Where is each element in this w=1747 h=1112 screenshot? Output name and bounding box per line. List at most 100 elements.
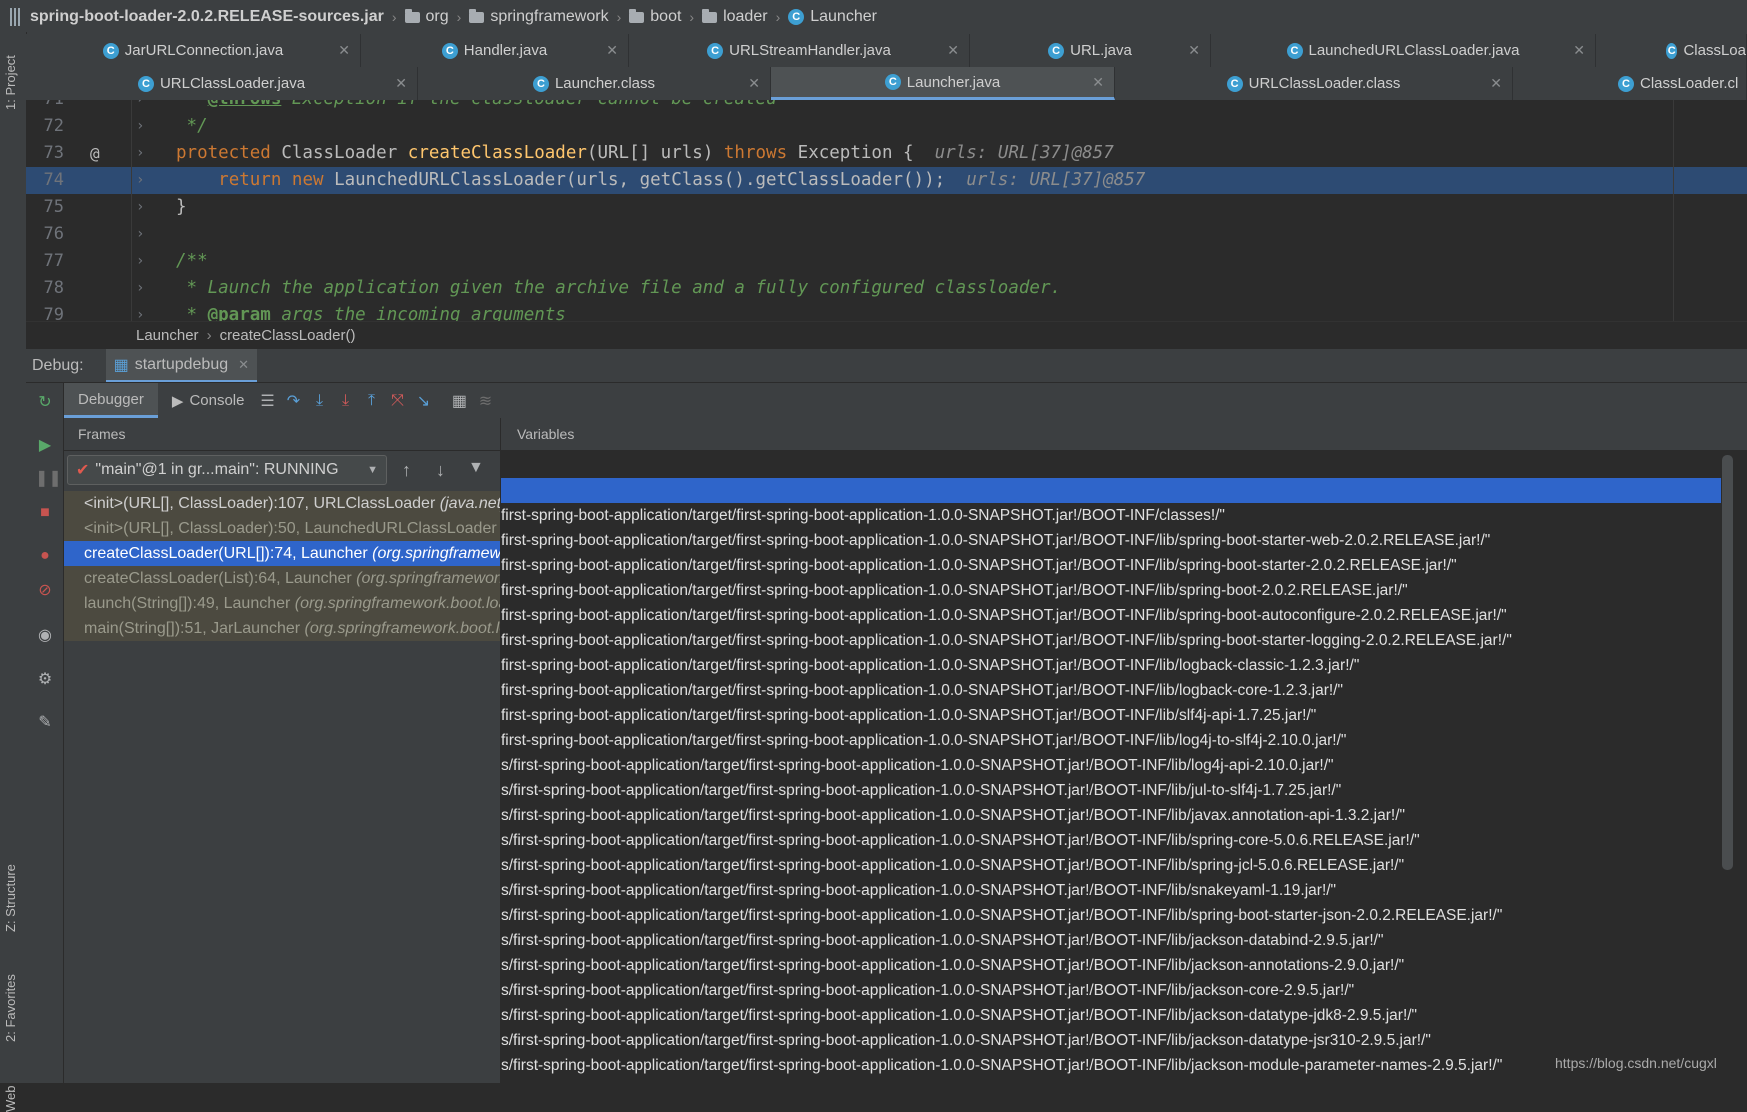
line-number[interactable]: 71 xyxy=(26,100,64,113)
breadcrumb-folder-loader[interactable]: loader xyxy=(698,8,771,26)
tab-url[interactable]: CURL.java✕ xyxy=(970,34,1211,67)
scrollbar[interactable] xyxy=(1722,455,1733,870)
web-tool-tab[interactable]: Web xyxy=(3,1086,18,1112)
close-icon[interactable]: ✕ xyxy=(395,75,407,92)
variable-row[interactable]: s/first-spring-boot-application/target/f… xyxy=(501,1028,1721,1053)
favorites-tool-tab[interactable]: 2: Favorites xyxy=(3,974,18,1042)
fold-arrow-icon[interactable]: › xyxy=(136,248,144,275)
step-out-icon[interactable]: ⤒ xyxy=(358,392,384,410)
variable-row[interactable]: first-spring-boot-application/target/fir… xyxy=(501,628,1721,653)
debug-session-tab[interactable]: ▦ startupdebug ✕ xyxy=(106,349,257,382)
rerun-icon[interactable]: ↻ xyxy=(35,393,55,413)
trace-icon[interactable]: ≋ xyxy=(472,391,498,411)
thread-selector[interactable]: ✔ "main"@1 in gr...main": RUNNING ▼ xyxy=(67,455,387,485)
selected-variable-row[interactable] xyxy=(501,478,1721,503)
code-line[interactable]: 78› * Launch the application given the a… xyxy=(26,275,1747,302)
code-line[interactable]: 72› */ xyxy=(26,113,1747,140)
tab-classloader[interactable]: CClassLoa xyxy=(1596,34,1747,67)
code-editor[interactable]: 71› * @throws Exception if the classload… xyxy=(26,100,1747,321)
code-line[interactable]: 73@›protected ClassLoader createClassLoa… xyxy=(26,140,1747,167)
variable-row[interactable]: first-spring-boot-application/target/fir… xyxy=(501,728,1721,753)
close-icon[interactable]: ✕ xyxy=(748,75,760,92)
variable-row[interactable]: s/first-spring-boot-application/target/f… xyxy=(501,778,1721,803)
tab-launcher-java[interactable]: CLauncher.java✕ xyxy=(771,67,1115,100)
camera-icon[interactable]: ◉ xyxy=(35,626,55,646)
menu-icon[interactable]: ☰ xyxy=(254,391,280,411)
close-icon[interactable]: ✕ xyxy=(1490,75,1502,92)
variable-row[interactable]: s/first-spring-boot-application/target/f… xyxy=(501,978,1721,1003)
line-number[interactable]: 72 xyxy=(26,113,64,140)
stack-frame[interactable]: <init>(URL[], ClassLoader):50, LaunchedU… xyxy=(64,516,500,541)
tab-urlclassloader-java[interactable]: CURLClassLoader.java✕ xyxy=(26,67,418,100)
line-number[interactable]: 76 xyxy=(26,221,64,248)
evaluate-icon[interactable]: ▦ xyxy=(446,391,472,411)
drop-frame-icon[interactable]: ⤧ xyxy=(384,392,410,410)
tab-console[interactable]: Console xyxy=(189,392,244,409)
step-into-icon[interactable]: ⤓ xyxy=(306,392,332,410)
variable-row[interactable]: s/first-spring-boot-application/target/f… xyxy=(501,1003,1721,1028)
fold-arrow-icon[interactable]: › xyxy=(136,275,144,302)
step-over-icon[interactable]: ↷ xyxy=(280,391,306,411)
variable-row[interactable]: s/first-spring-boot-application/target/f… xyxy=(501,803,1721,828)
close-icon[interactable]: ✕ xyxy=(606,42,618,59)
fold-arrow-icon[interactable]: › xyxy=(136,302,144,321)
tab-handler[interactable]: CHandler.java✕ xyxy=(361,34,629,67)
close-icon[interactable]: ✕ xyxy=(338,42,350,59)
variable-row[interactable]: first-spring-boot-application/target/fir… xyxy=(501,603,1721,628)
close-icon[interactable]: ✕ xyxy=(1188,42,1200,59)
variable-row[interactable]: s/first-spring-boot-application/target/f… xyxy=(501,903,1721,928)
close-icon[interactable]: ✕ xyxy=(238,357,249,373)
variable-row[interactable]: first-spring-boot-application/target/fir… xyxy=(501,678,1721,703)
fold-arrow-icon[interactable]: › xyxy=(136,140,144,167)
close-icon[interactable]: ✕ xyxy=(1092,74,1104,91)
breadcrumb-jar[interactable]: spring-boot-loader-2.0.2.RELEASE-sources… xyxy=(26,8,388,26)
pause-icon[interactable]: ❚❚ xyxy=(35,469,55,489)
variable-row[interactable]: s/first-spring-boot-application/target/f… xyxy=(501,928,1721,953)
tab-launchedurlclassloader[interactable]: CLaunchedURLClassLoader.java✕ xyxy=(1211,34,1596,67)
stack-frame[interactable]: <init>(URL[], ClassLoader):107, URLClass… xyxy=(64,491,500,516)
stop-icon[interactable]: ■ xyxy=(35,503,55,523)
stack-frame[interactable]: main(String[]):51, JarLauncher (org.spri… xyxy=(64,616,500,641)
override-marker-icon[interactable]: @ xyxy=(90,140,100,167)
line-number[interactable]: 78 xyxy=(26,275,64,302)
variable-row[interactable]: first-spring-boot-application/target/fir… xyxy=(501,503,1721,528)
code-line[interactable]: 75›} xyxy=(26,194,1747,221)
code-line[interactable]: 74› return new LaunchedURLClassLoader(ur… xyxy=(26,167,1747,194)
fold-arrow-icon[interactable]: › xyxy=(136,194,144,221)
variable-row[interactable]: s/first-spring-boot-application/target/f… xyxy=(501,953,1721,978)
line-number[interactable]: 75 xyxy=(26,194,64,221)
variable-row[interactable]: s/first-spring-boot-application/target/f… xyxy=(501,853,1721,878)
code-line[interactable]: 79› * @param args the incoming arguments xyxy=(26,302,1747,321)
arrow-down-icon[interactable]: ↓ xyxy=(436,460,445,481)
stack-frame[interactable]: createClassLoader(List):64, Launcher (or… xyxy=(64,566,500,591)
line-number[interactable]: 77 xyxy=(26,248,64,275)
variable-row[interactable]: s/first-spring-boot-application/target/f… xyxy=(501,1053,1721,1078)
line-number[interactable]: 79 xyxy=(26,302,64,321)
variable-row[interactable]: first-spring-boot-application/target/fir… xyxy=(501,553,1721,578)
close-icon[interactable]: ✕ xyxy=(1573,42,1585,59)
variable-row[interactable]: s/first-spring-boot-application/target/f… xyxy=(501,828,1721,853)
breadcrumb-folder-org[interactable]: org xyxy=(401,8,453,26)
variable-row[interactable]: first-spring-boot-application/target/fir… xyxy=(501,578,1721,603)
tab-classloader-class[interactable]: CClassLoader.cl xyxy=(1513,67,1747,100)
breadcrumb-folder-springframework[interactable]: springframework xyxy=(465,8,612,26)
stack-frame[interactable]: createClassLoader(URL[]):74, Launcher (o… xyxy=(64,541,500,566)
breadcrumb-folder-boot[interactable]: boot xyxy=(625,8,685,26)
line-number[interactable]: 74 xyxy=(26,167,64,194)
code-line[interactable]: 76› xyxy=(26,221,1747,248)
stack-frame[interactable]: launch(String[]):49, Launcher (org.sprin… xyxy=(64,591,500,616)
variable-row[interactable]: s/first-spring-boot-application/target/f… xyxy=(501,878,1721,903)
tab-urlclassloader-class[interactable]: CURLClassLoader.class✕ xyxy=(1115,67,1513,100)
fold-arrow-icon[interactable]: › xyxy=(136,167,144,194)
project-tool-tab[interactable]: 1: Project xyxy=(3,55,18,110)
editor-breadcrumb-method[interactable]: createClassLoader() xyxy=(220,327,356,344)
filter-icon[interactable]: ▼ xyxy=(468,459,484,477)
variable-row[interactable]: first-spring-boot-application/target/fir… xyxy=(501,703,1721,728)
code-line[interactable]: 77›/** xyxy=(26,248,1747,275)
run-to-cursor-icon[interactable]: ↘ xyxy=(410,391,436,411)
variable-row[interactable]: s/first-spring-boot-application/target/f… xyxy=(501,753,1721,778)
tab-debugger[interactable]: Debugger xyxy=(64,383,158,418)
arrow-up-icon[interactable]: ↑ xyxy=(402,460,411,481)
structure-tool-tab[interactable]: Z: Structure xyxy=(3,864,18,932)
variable-row[interactable]: first-spring-boot-application/target/fir… xyxy=(501,528,1721,553)
